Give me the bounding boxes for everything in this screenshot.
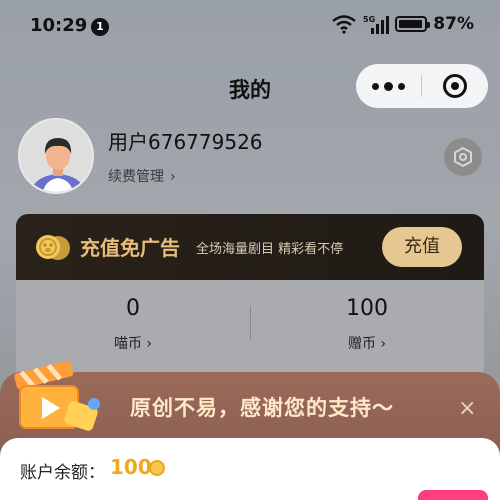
hexagon-settings-icon bbox=[454, 146, 472, 168]
avatar[interactable] bbox=[18, 118, 94, 194]
recharge-button[interactable]: 充值 bbox=[382, 227, 462, 267]
wifi-icon bbox=[332, 15, 357, 34]
support-message: 原创不易，感谢您的支持～ bbox=[130, 396, 394, 420]
gift-coins-balance[interactable]: 100 赠币 › bbox=[250, 296, 484, 353]
clapperboard-icon bbox=[14, 360, 100, 431]
target-icon bbox=[443, 74, 467, 98]
coins-label: 喵币 bbox=[113, 336, 142, 352]
coins-icon bbox=[36, 235, 70, 260]
mini-program-capsule bbox=[356, 64, 488, 108]
vip-subtitle: 全场海量剧目 精彩看不停 bbox=[196, 242, 344, 257]
chevron-right-icon: › bbox=[170, 169, 176, 185]
account-balance-value: 100 bbox=[110, 455, 152, 479]
system-icons: 5G 87% bbox=[331, 14, 474, 34]
renewal-label: 续费管理 bbox=[108, 169, 164, 185]
vip-recharge-banner[interactable]: 充值免广告 全场海量剧目 精彩看不停 充值 bbox=[16, 214, 484, 280]
gift-coins-label: 赠币 bbox=[347, 336, 376, 352]
settings-button[interactable] bbox=[444, 138, 482, 176]
avatar-person-icon bbox=[20, 120, 92, 192]
close-mini-program-button[interactable] bbox=[422, 64, 488, 108]
username: 用户676779526 bbox=[108, 130, 263, 154]
network-type-label: 5G bbox=[363, 15, 375, 24]
chevron-right-icon: › bbox=[146, 336, 153, 352]
battery-percent: 87% bbox=[433, 14, 474, 34]
more-dots-icon[interactable] bbox=[356, 64, 421, 108]
coins-balance[interactable]: 0 喵币 › bbox=[16, 296, 250, 353]
account-balance-label: 账户余额： bbox=[20, 463, 105, 483]
notification-badge: 1 bbox=[91, 18, 109, 36]
renewal-management-link[interactable]: 续费管理 › bbox=[108, 166, 176, 186]
promo-tag bbox=[418, 490, 488, 500]
coins-value: 0 bbox=[126, 296, 140, 321]
coin-icon bbox=[149, 460, 165, 476]
gift-coins-value: 100 bbox=[346, 296, 388, 321]
cellular-signal-icon: 5G bbox=[363, 15, 390, 34]
battery-icon bbox=[395, 16, 431, 32]
vip-title: 充值免广告 bbox=[80, 236, 180, 260]
chevron-right-icon: › bbox=[380, 336, 387, 352]
status-time: 10:29 bbox=[30, 15, 88, 36]
close-icon[interactable]: × bbox=[458, 396, 476, 421]
status-bar: 10:29 1 5G 87% bbox=[0, 0, 500, 52]
